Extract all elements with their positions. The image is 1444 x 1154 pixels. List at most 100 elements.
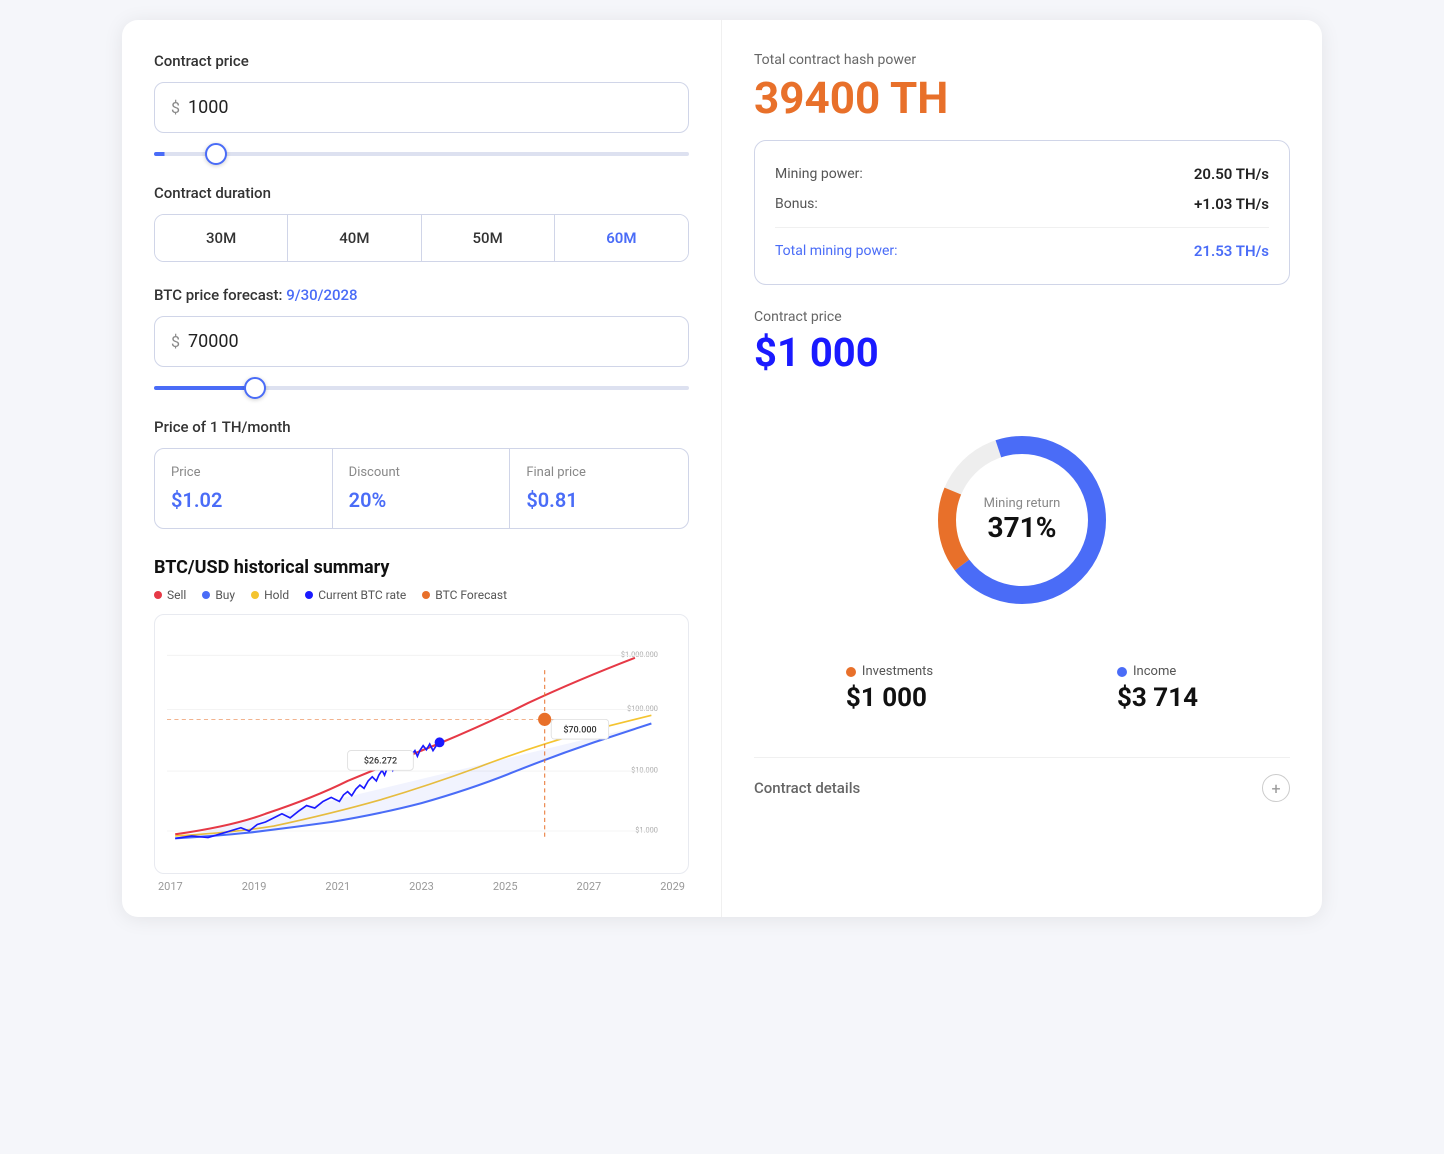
- currency-symbol: $: [171, 98, 180, 117]
- svg-text:$70.000: $70.000: [563, 725, 596, 736]
- mining-divider: [775, 227, 1269, 228]
- contract-details-label: Contract details: [754, 779, 860, 797]
- contract-price-input-value: 1000: [188, 97, 228, 118]
- donut-center-text: Mining return 371%: [984, 496, 1061, 544]
- svg-text:$1.000.000: $1.000.000: [621, 650, 658, 659]
- legend-dot-btc-rate: [305, 591, 313, 599]
- legend-label-btc-forecast: BTC Forecast: [435, 588, 507, 602]
- income-item: Income $3 714: [1117, 664, 1198, 713]
- contract-price-slider-container: [154, 141, 689, 160]
- chart-x-2025: 2025: [493, 880, 518, 893]
- donut-center-label: Mining return: [984, 496, 1061, 511]
- th-price-cell-price-value: $1.02: [171, 488, 316, 512]
- income-value: $3 714: [1117, 683, 1198, 713]
- right-panel: Total contract hash power 39400 TH Minin…: [722, 20, 1322, 917]
- investments-legend: Investments: [846, 664, 933, 679]
- hash-power-value: 39400 TH: [754, 72, 1290, 124]
- th-price-cell-discount-label: Discount: [349, 465, 494, 480]
- legend-dot-buy: [202, 591, 210, 599]
- duration-btn-30m[interactable]: 30M: [155, 215, 288, 261]
- duration-group: 30M 40M 50M 60M: [154, 214, 689, 262]
- chart-x-labels: 2017 2019 2021 2023 2025 2027 2029: [154, 874, 689, 893]
- svg-text:$100.000: $100.000: [627, 704, 658, 713]
- btc-forecast-date[interactable]: 9/30/2028: [286, 286, 357, 304]
- legend-dot-hold: [251, 591, 259, 599]
- investments-label: Investments: [862, 664, 933, 679]
- investments-item: Investments $1 000: [846, 664, 933, 713]
- legend-dot-sell: [154, 591, 162, 599]
- legend-btc-forecast: BTC Forecast: [422, 588, 507, 602]
- chart-section: BTC/USD historical summary Sell Buy Hold…: [154, 557, 689, 893]
- th-price-cell-final-value: $0.81: [526, 488, 672, 512]
- svg-text:$1.000: $1.000: [635, 826, 658, 835]
- legend-hold: Hold: [251, 588, 289, 602]
- total-mining-value: 21.53 TH/s: [1194, 242, 1269, 260]
- btc-price-input-value: 70000: [188, 331, 239, 352]
- btc-currency-symbol: $: [171, 332, 180, 351]
- svg-text:$10.000: $10.000: [631, 766, 658, 775]
- contract-details-row: Contract details +: [754, 757, 1290, 802]
- contract-price-section: Contract price $ 1000: [154, 52, 689, 160]
- bonus-label: Bonus:: [775, 196, 818, 212]
- legend-label-buy: Buy: [215, 588, 235, 602]
- legend-label-sell: Sell: [167, 588, 186, 602]
- bonus-row: Bonus: +1.03 TH/s: [775, 189, 1269, 219]
- investments-dot: [846, 667, 856, 677]
- income-legend: Income: [1117, 664, 1176, 679]
- investments-value: $1 000: [846, 683, 927, 713]
- th-price-cell-price: Price $1.02: [155, 449, 333, 528]
- donut-container: Mining return 371%: [754, 420, 1290, 620]
- invest-income-row: Investments $1 000 Income $3 714: [754, 664, 1290, 713]
- total-mining-label: Total mining power:: [775, 243, 898, 259]
- legend-btc-rate: Current BTC rate: [305, 588, 406, 602]
- chart-legend: Sell Buy Hold Current BTC rate BTC Forec…: [154, 588, 689, 602]
- th-price-cell-final: Final price $0.81: [510, 449, 688, 528]
- th-price-label: Price of 1 TH/month: [154, 418, 689, 436]
- th-price-cell-discount-value: 20%: [349, 488, 494, 512]
- chart-x-2017: 2017: [158, 880, 183, 893]
- chart-wrapper: $1.000.000 $100.000 $10.000 $1.000: [154, 614, 689, 874]
- svg-text:$26.272: $26.272: [364, 756, 397, 767]
- btc-forecast-label: BTC price forecast: 9/30/2028: [154, 286, 689, 304]
- donut-wrapper: Mining return 371%: [922, 420, 1122, 620]
- legend-buy: Buy: [202, 588, 235, 602]
- duration-btn-50m[interactable]: 50M: [422, 215, 555, 261]
- income-label: Income: [1133, 664, 1176, 679]
- legend-label-hold: Hold: [264, 588, 289, 602]
- duration-btn-40m[interactable]: 40M: [288, 215, 421, 261]
- chart-x-2029: 2029: [660, 880, 685, 893]
- main-container: Contract price $ 1000 Contract duration …: [122, 20, 1322, 917]
- chart-x-2019: 2019: [242, 880, 267, 893]
- right-contract-price-label: Contract price: [754, 309, 1290, 325]
- th-price-grid: Price $1.02 Discount 20% Final price $0.…: [154, 448, 689, 529]
- legend-label-btc-rate: Current BTC rate: [318, 588, 406, 602]
- legend-sell: Sell: [154, 588, 186, 602]
- contract-details-expand-button[interactable]: +: [1262, 774, 1290, 802]
- donut-center-value: 371%: [988, 511, 1057, 544]
- th-price-cell-price-label: Price: [171, 465, 316, 480]
- left-panel: Contract price $ 1000 Contract duration …: [122, 20, 722, 917]
- mining-power-label: Mining power:: [775, 166, 863, 182]
- btc-price-slider-container: [154, 375, 689, 394]
- contract-price-slider[interactable]: [154, 152, 689, 156]
- income-dot: [1117, 667, 1127, 677]
- hash-power-section: Total contract hash power 39400 TH Minin…: [754, 52, 1290, 285]
- chart-x-2023: 2023: [409, 880, 434, 893]
- chart-svg: $1.000.000 $100.000 $10.000 $1.000: [167, 627, 676, 861]
- contract-price-input-box: $ 1000: [154, 82, 689, 133]
- total-mining-row: Total mining power: 21.53 TH/s: [775, 236, 1269, 266]
- btc-price-slider[interactable]: [154, 386, 689, 390]
- btc-forecast-section: BTC price forecast: 9/30/2028 $ 70000: [154, 286, 689, 394]
- btc-price-input-box: $ 70000: [154, 316, 689, 367]
- contract-price-label: Contract price: [154, 52, 689, 70]
- duration-btn-60m[interactable]: 60M: [555, 215, 688, 261]
- bonus-value: +1.03 TH/s: [1194, 195, 1269, 213]
- mining-details-card: Mining power: 20.50 TH/s Bonus: +1.03 TH…: [754, 140, 1290, 285]
- chart-title: BTC/USD historical summary: [154, 557, 689, 578]
- chart-x-2021: 2021: [325, 880, 350, 893]
- mining-power-row: Mining power: 20.50 TH/s: [775, 159, 1269, 189]
- contract-duration-section: Contract duration 30M 40M 50M 60M: [154, 184, 689, 262]
- right-contract-price-section: Contract price $1 000: [754, 309, 1290, 396]
- chart-x-2027: 2027: [577, 880, 602, 893]
- mining-power-value: 20.50 TH/s: [1194, 165, 1269, 183]
